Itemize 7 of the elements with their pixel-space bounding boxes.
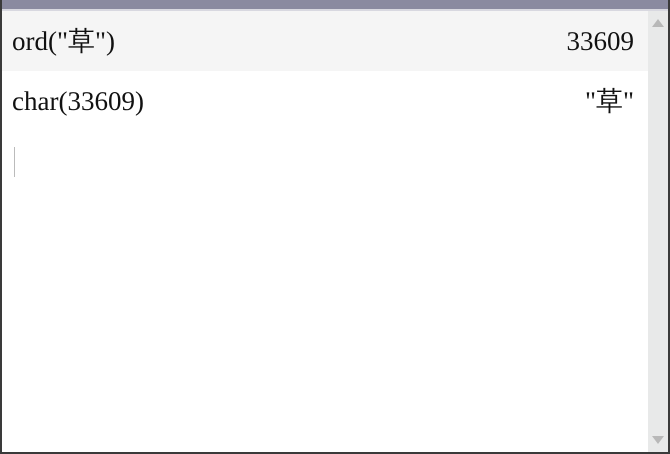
scrollbar[interactable] (648, 11, 668, 452)
scroll-up-icon[interactable] (652, 19, 664, 27)
result-value[interactable]: 33609 (566, 20, 634, 62)
result-value[interactable]: "草" (584, 80, 634, 122)
input-expression[interactable]: ord("草") (12, 20, 116, 62)
input-expression[interactable]: char(33609) (12, 80, 144, 122)
scroll-down-icon[interactable] (652, 436, 664, 444)
